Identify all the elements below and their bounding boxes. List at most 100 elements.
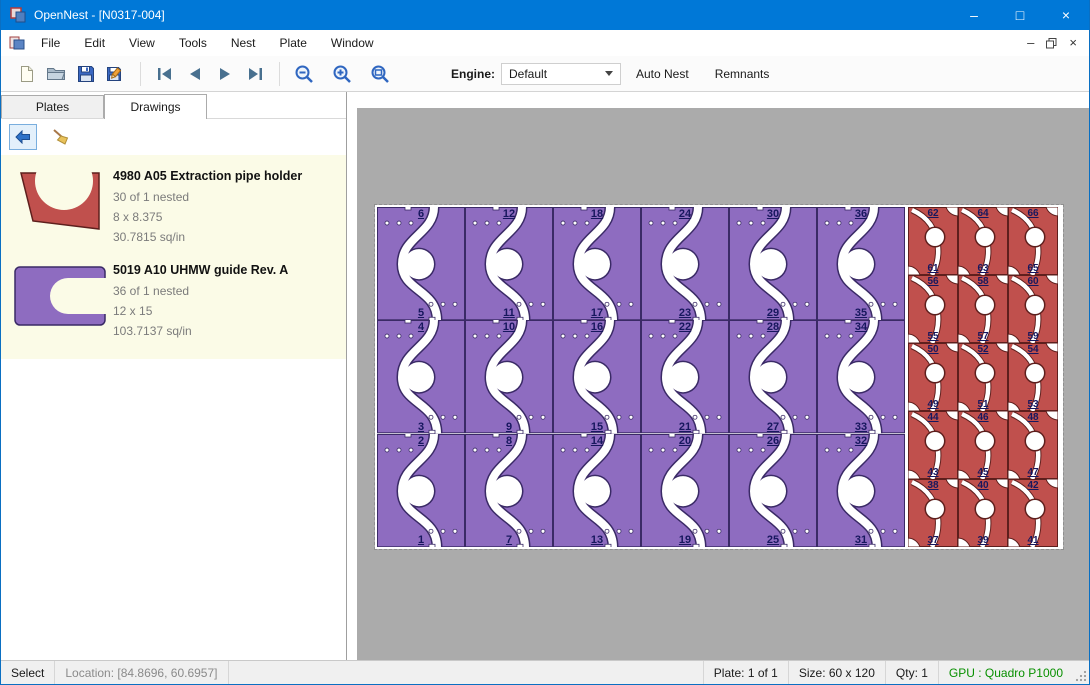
return-parts-button[interactable] xyxy=(9,124,37,150)
first-plate-button[interactable] xyxy=(150,59,180,89)
menu-item-plate[interactable]: Plate xyxy=(268,32,319,54)
part-shape xyxy=(729,207,817,320)
nest-canvas[interactable]: 6512111817242330293635431091615222128273… xyxy=(357,108,1089,660)
menu-item-edit[interactable]: Edit xyxy=(72,32,117,54)
part-number-bottom: 25 xyxy=(729,534,817,546)
nested-part-pair[interactable]: 2625 xyxy=(729,434,817,547)
minimize-button[interactable]: – xyxy=(951,0,997,30)
nested-part-pair[interactable]: 3837 xyxy=(908,479,958,547)
nested-part-pair[interactable]: 3635 xyxy=(817,207,905,320)
nested-part-pair[interactable]: 4847 xyxy=(1008,411,1058,479)
tab-drawings[interactable]: Drawings xyxy=(104,94,207,119)
nested-part-pair[interactable]: 6261 xyxy=(908,207,958,275)
part-shape xyxy=(817,320,905,433)
nested-part-pair[interactable]: 5049 xyxy=(908,343,958,411)
nested-part-pair[interactable]: 40 39 xyxy=(958,479,1008,547)
nested-part-pair[interactable]: 2423 xyxy=(641,207,729,320)
drawing-item[interactable]: 4980 A05 Extraction pipe holder 30 of 1 … xyxy=(1,159,346,253)
nested-part-pair[interactable]: 1615 xyxy=(553,320,641,433)
auto-nest-button[interactable]: Auto Nest xyxy=(625,59,700,89)
part-shape xyxy=(729,434,817,547)
part-number-bottom: 53 xyxy=(1008,399,1058,410)
tab-plates[interactable]: Plates xyxy=(1,95,104,118)
part-shape xyxy=(553,320,641,433)
nested-part-pair[interactable]: 21 xyxy=(377,434,465,547)
nested-part-pair[interactable]: 5857 xyxy=(958,275,1008,343)
nested-part-pair[interactable]: 4645 xyxy=(958,411,1008,479)
part-shape xyxy=(641,207,729,320)
nested-part-pair[interactable]: 1211 xyxy=(465,207,553,320)
next-plate-button[interactable] xyxy=(210,59,240,89)
remnants-button[interactable]: Remnants xyxy=(704,59,781,89)
window-title: OpenNest - [N0317-004] xyxy=(34,8,165,22)
previous-arrow-icon xyxy=(187,67,203,81)
nested-part-pair[interactable]: 1817 xyxy=(553,207,641,320)
nested-part-pair[interactable]: 5251 xyxy=(958,343,1008,411)
nested-part-pair[interactable]: 3029 xyxy=(729,207,817,320)
nested-part-pair[interactable]: 2019 xyxy=(641,434,729,547)
mdi-close-button[interactable]: × xyxy=(1069,38,1077,48)
nested-part-pair[interactable]: 5655 xyxy=(908,275,958,343)
nested-part-pair[interactable]: 3433 xyxy=(817,320,905,433)
drawing-item[interactable]: 5019 A10 UHMW guide Rev. A 36 of 1 neste… xyxy=(1,253,346,347)
nested-part-pair[interactable]: 43 xyxy=(377,320,465,433)
previous-plate-button[interactable] xyxy=(180,59,210,89)
menu-item-nest[interactable]: Nest xyxy=(219,32,268,54)
part-number-bottom: 39 xyxy=(958,535,1008,546)
nested-part-pair[interactable]: 4443 xyxy=(908,411,958,479)
part-number-bottom: 5 xyxy=(377,307,465,319)
close-button[interactable]: × xyxy=(1043,0,1089,30)
mdi-restore-button[interactable] xyxy=(1046,38,1057,49)
nested-part-pair[interactable]: 2221 xyxy=(641,320,729,433)
zoom-out-button[interactable] xyxy=(289,59,319,89)
nested-part-pair[interactable]: 6059 xyxy=(1008,275,1058,343)
zoom-fit-button[interactable] xyxy=(365,59,395,89)
mdi-minimize-button[interactable]: – xyxy=(1027,38,1034,48)
purple-parts-grid: 6512111817242330293635431091615222128273… xyxy=(377,207,905,547)
part-number-top: 40 xyxy=(958,480,1008,491)
maximize-button[interactable]: □ xyxy=(997,0,1043,30)
plate[interactable]: 6512111817242330293635431091615222128273… xyxy=(375,205,1063,549)
part-number-top: 20 xyxy=(641,435,729,447)
zoom-out-icon xyxy=(294,64,314,84)
drawing-size: 12 x 15 xyxy=(113,301,288,321)
part-shape xyxy=(641,434,729,547)
resize-grip[interactable] xyxy=(1073,661,1089,684)
part-number-top: 50 xyxy=(908,344,958,355)
nested-part-pair[interactable]: 2827 xyxy=(729,320,817,433)
drawing-name: 4980 A05 Extraction pipe holder xyxy=(113,169,302,183)
menu-item-view[interactable]: View xyxy=(117,32,167,54)
save-as-button[interactable] xyxy=(101,59,131,89)
engine-select[interactable]: Default xyxy=(501,63,621,85)
status-qty: Qty: 1 xyxy=(885,661,938,684)
nested-part-pair[interactable]: 14 13 xyxy=(553,434,641,547)
zoom-in-icon xyxy=(332,64,352,84)
part-number-top: 62 xyxy=(908,208,958,219)
nested-part-pair[interactable]: 65 xyxy=(377,207,465,320)
part-shape xyxy=(465,434,553,547)
nested-part-pair[interactable]: 6463 xyxy=(958,207,1008,275)
nested-part-pair[interactable]: 5453 xyxy=(1008,343,1058,411)
red-parts-grid: 626164636665 565558576059 504952515453 4443… xyxy=(908,207,1058,547)
part-shape xyxy=(641,320,729,433)
nested-part-pair[interactable]: 87 xyxy=(465,434,553,547)
part-number-top: 56 xyxy=(908,276,958,287)
part-number-top: 34 xyxy=(817,321,905,333)
last-plate-button[interactable] xyxy=(240,59,270,89)
part-number-bottom: 31 xyxy=(817,534,905,546)
save-button[interactable] xyxy=(71,59,101,89)
open-file-button[interactable] xyxy=(41,59,71,89)
part-number-top: 14 xyxy=(553,435,641,447)
clear-parts-button[interactable] xyxy=(47,124,75,150)
menu-item-window[interactable]: Window xyxy=(319,32,386,54)
nested-part-pair[interactable]: 109 xyxy=(465,320,553,433)
menu-item-file[interactable]: File xyxy=(29,32,72,54)
nested-part-pair[interactable]: 4241 xyxy=(1008,479,1058,547)
nested-part-pair[interactable]: 6665 xyxy=(1008,207,1058,275)
nested-part-pair[interactable]: 3231 xyxy=(817,434,905,547)
new-file-button[interactable] xyxy=(11,59,41,89)
part-number-bottom: 27 xyxy=(729,421,817,433)
zoom-in-button[interactable] xyxy=(327,59,357,89)
menu-item-tools[interactable]: Tools xyxy=(167,32,219,54)
part-number-bottom: 13 xyxy=(553,534,641,546)
